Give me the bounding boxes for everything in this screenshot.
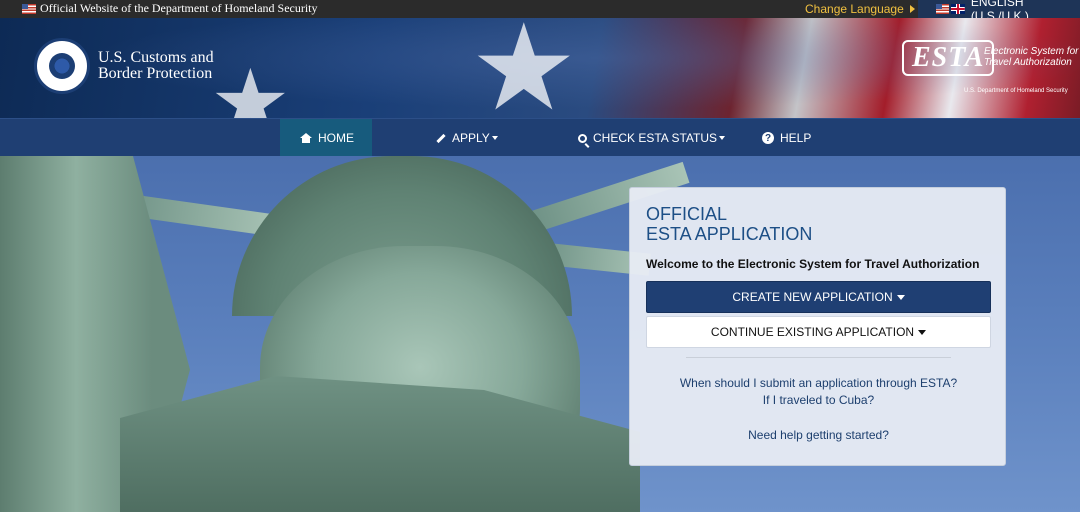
panel-title-line1: OFFICIAL <box>646 204 728 224</box>
search-icon <box>578 133 587 143</box>
top-utility-bar: Official Website of the Department of Ho… <box>0 0 1080 23</box>
nav-help-label: HELP <box>780 131 812 145</box>
us-flag-icon <box>936 4 950 14</box>
continue-existing-application-label: CONTINUE EXISTING APPLICATION <box>710 325 915 339</box>
esta-logo[interactable]: ESTA Electronic System for Travel Author… <box>902 40 1078 94</box>
create-new-application-label: CREATE NEW APPLICATION <box>732 290 893 304</box>
nav-home-label: HOME <box>318 131 354 145</box>
esta-logo-subtitle: Electronic System for Travel Authorizati… <box>984 46 1079 68</box>
dhs-seal-icon <box>34 38 90 94</box>
cbp-logo[interactable]: U.S. Customs and Border Protection <box>34 38 214 94</box>
nav-home[interactable]: HOME <box>280 119 372 157</box>
home-icon <box>300 132 312 143</box>
chevron-down-icon <box>918 329 927 335</box>
chevron-down-icon <box>896 294 905 300</box>
change-language-label: Change Language <box>805 2 904 16</box>
nav-apply-label: APPLY <box>452 131 490 145</box>
nav-check-status[interactable]: CHECK ESTA STATUS <box>558 119 745 157</box>
esta-logo-mark: ESTA <box>902 40 995 76</box>
continue-existing-application-button[interactable]: CONTINUE EXISTING APPLICATION <box>646 316 991 348</box>
agency-name-line1: U.S. Customs and <box>98 49 214 66</box>
esta-logo-dhs: U.S. Department of Homeland Security <box>964 88 1068 94</box>
nav-check-status-label: CHECK ESTA STATUS <box>593 131 718 145</box>
language-selector[interactable]: ENGLISH (U.S./U.K.) <box>918 0 1080 23</box>
panel-title-line2: ESTA APPLICATION <box>646 224 813 244</box>
us-flag-icon <box>22 3 36 14</box>
caret-right-icon <box>909 5 915 13</box>
flag-star-graphic: ★ <box>210 53 291 118</box>
chevron-down-icon <box>719 136 726 140</box>
when-to-apply-link[interactable]: When should I submit an application thro… <box>630 376 1007 390</box>
create-new-application-button[interactable]: CREATE NEW APPLICATION <box>646 281 991 313</box>
site-header: ★ ★ U.S. Customs and Border Protection E… <box>0 18 1080 118</box>
agency-name-line2: Border Protection <box>98 65 213 82</box>
pencil-icon <box>436 133 446 143</box>
chevron-down-icon <box>491 136 498 140</box>
uk-flag-icon <box>951 4 965 14</box>
panel-title: OFFICIAL ESTA APPLICATION <box>646 204 812 244</box>
nav-help[interactable]: ? HELP <box>742 119 831 157</box>
nav-apply[interactable]: APPLY <box>416 119 518 157</box>
panel-divider <box>686 357 951 358</box>
welcome-text: Welcome to the Electronic System for Tra… <box>646 257 980 271</box>
agency-name: U.S. Customs and Border Protection <box>98 50 214 82</box>
official-site-notice: Official Website of the Department of Ho… <box>22 1 318 16</box>
help-getting-started-link[interactable]: Need help getting started? <box>630 428 1007 442</box>
cuba-travel-link[interactable]: If I traveled to Cuba? <box>630 393 1007 407</box>
esta-application-panel: OFFICIAL ESTA APPLICATION Welcome to the… <box>629 187 1006 466</box>
help-icon: ? <box>762 132 774 144</box>
main-nav: HOME APPLY CHECK ESTA STATUS ? HELP <box>0 118 1080 157</box>
flag-star-graphic: ★ <box>470 18 578 118</box>
official-site-text: Official Website of the Department of Ho… <box>40 1 318 15</box>
change-language-link[interactable]: Change Language <box>805 2 915 16</box>
